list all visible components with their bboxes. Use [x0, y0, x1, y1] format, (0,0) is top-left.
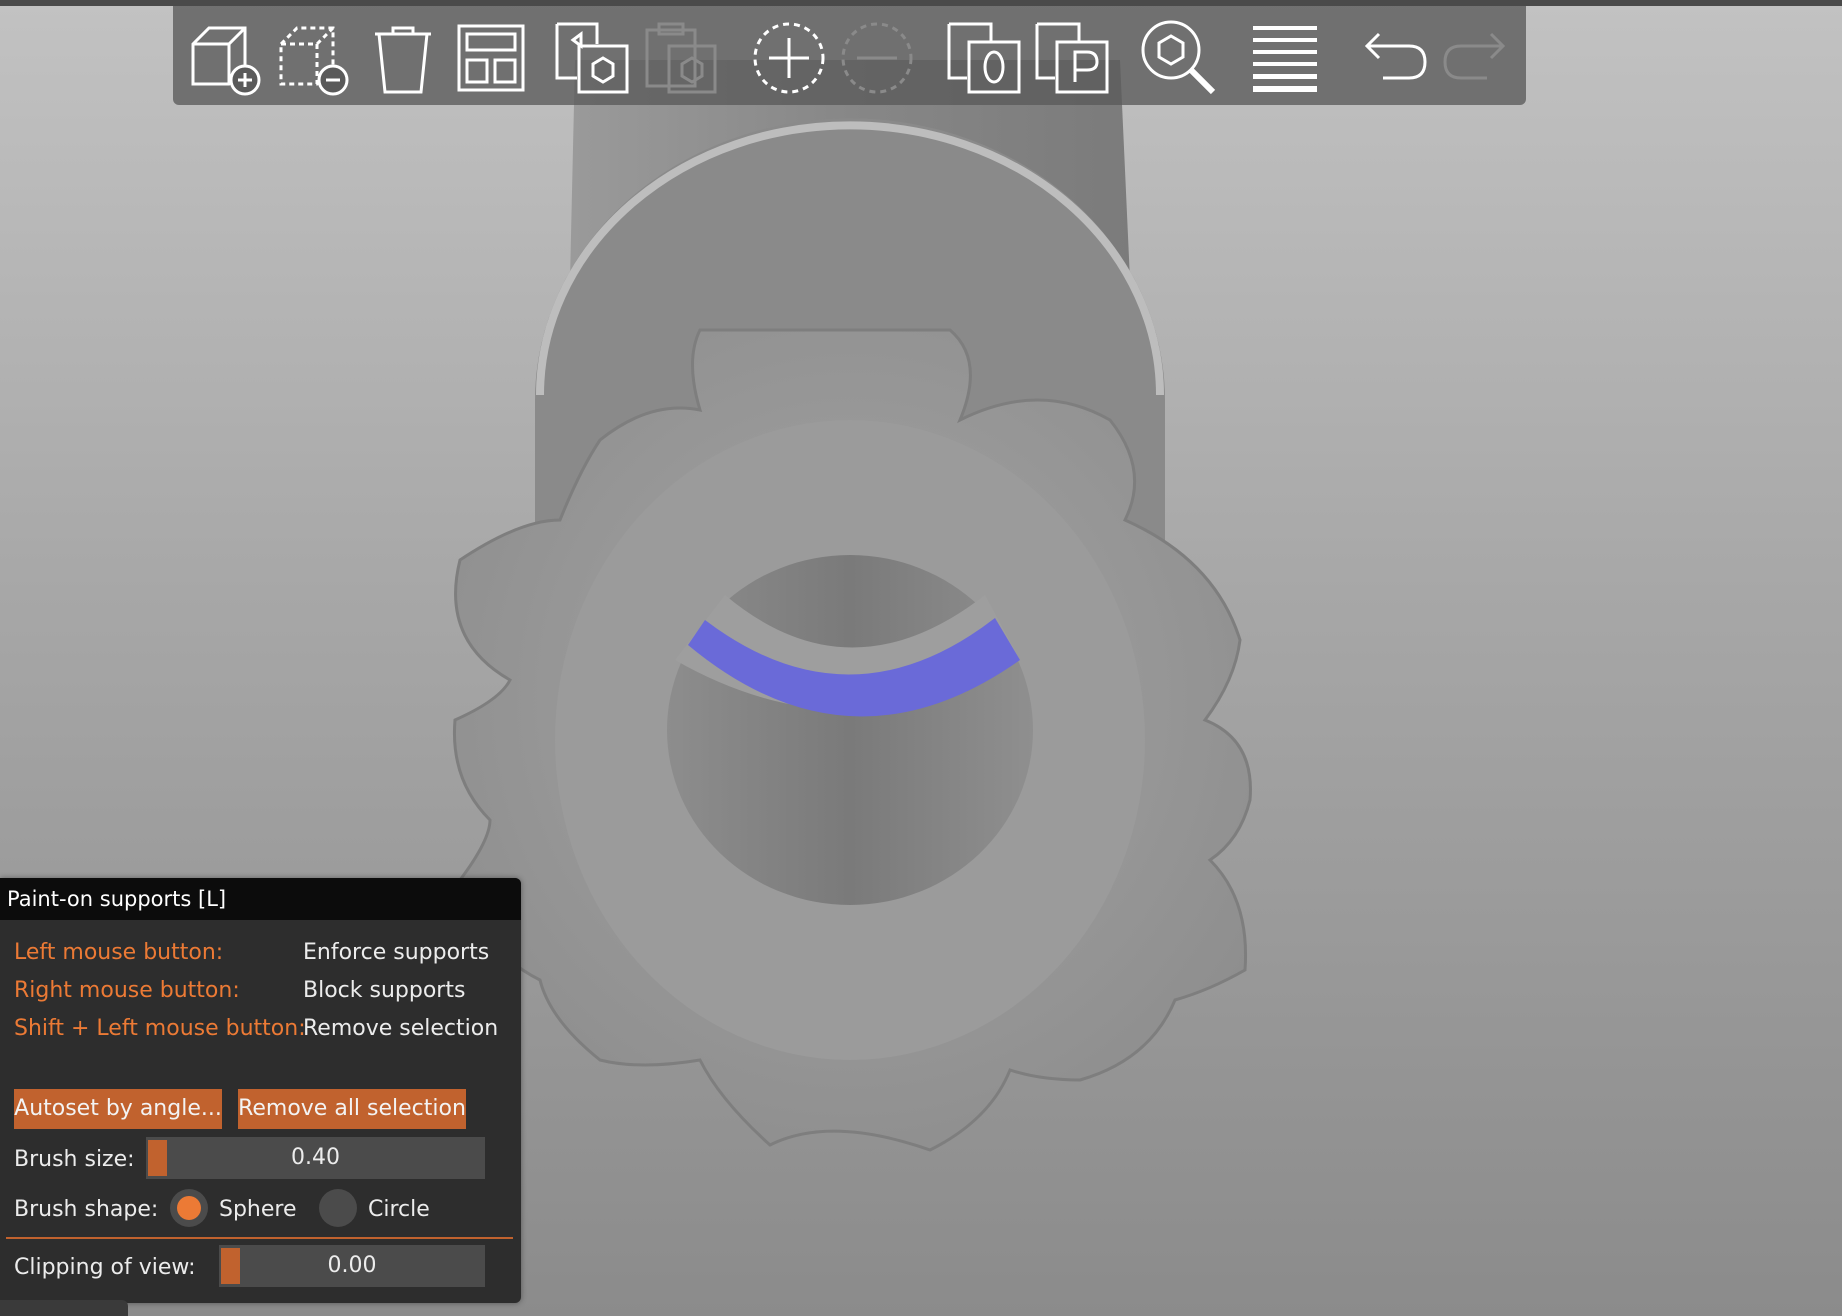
split-to-parts-icon[interactable]: [1031, 16, 1115, 100]
left-mouse-value: Enforce supports: [303, 940, 490, 965]
autoset-by-angle-button[interactable]: Autoset by angle...: [14, 1089, 222, 1129]
remove-instance-icon[interactable]: [835, 16, 919, 100]
circle-radio[interactable]: [319, 1189, 357, 1227]
sphere-radio-dot: [177, 1196, 201, 1220]
panel-title-bar[interactable]: Paint-on supports [L]: [0, 878, 521, 920]
clipping-value: 0.00: [327, 1253, 377, 1278]
clipping-label: Clipping of view:: [14, 1255, 196, 1280]
main-toolbar: [173, 6, 1526, 105]
panel-title: Paint-on supports [L]: [7, 887, 227, 911]
split-to-objects-icon[interactable]: [943, 16, 1027, 100]
clipping-slider[interactable]: 0.00: [219, 1245, 485, 1287]
paint-supports-panel: Paint-on supports [L] Left mouse button:…: [0, 878, 521, 1303]
shift-left-mouse-value: Remove selection: [303, 1016, 499, 1041]
brush-size-label: Brush size:: [14, 1147, 135, 1172]
add-object-icon[interactable]: [185, 16, 269, 100]
copy-icon[interactable]: [551, 16, 635, 100]
undo-icon[interactable]: [1349, 16, 1433, 100]
layers-editing-icon[interactable]: [1243, 16, 1327, 100]
brush-size-slider[interactable]: 0.40: [146, 1137, 485, 1179]
delete-object-icon[interactable]: [273, 16, 357, 100]
paste-icon[interactable]: [639, 16, 723, 100]
add-instance-icon[interactable]: [747, 16, 831, 100]
left-mouse-label: Left mouse button:: [14, 940, 224, 965]
redo-icon[interactable]: [1437, 16, 1521, 100]
brush-size-value: 0.40: [291, 1145, 340, 1170]
arrange-icon[interactable]: [449, 16, 533, 100]
remove-all-selection-button[interactable]: Remove all selection: [238, 1089, 466, 1129]
right-mouse-label: Right mouse button:: [14, 978, 240, 1003]
sphere-radio[interactable]: [170, 1189, 208, 1227]
bottom-left-widget: [0, 1300, 128, 1316]
circle-label[interactable]: Circle: [368, 1197, 430, 1222]
brush-shape-label: Brush shape:: [14, 1197, 159, 1222]
right-mouse-value: Block supports: [303, 978, 466, 1003]
search-icon[interactable]: [1137, 16, 1221, 100]
sphere-label[interactable]: Sphere: [219, 1197, 297, 1222]
shift-left-mouse-label: Shift + Left mouse button:: [14, 1016, 306, 1041]
delete-all-icon[interactable]: [361, 16, 445, 100]
panel-separator: [6, 1237, 513, 1239]
